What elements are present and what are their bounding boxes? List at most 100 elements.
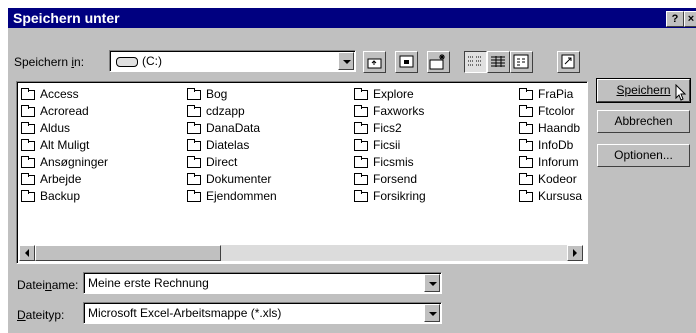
folder-icon bbox=[519, 156, 533, 168]
folder-icon bbox=[21, 190, 35, 202]
folder-icon bbox=[519, 88, 533, 100]
properties-button[interactable] bbox=[510, 51, 533, 73]
folder-icon bbox=[21, 105, 35, 117]
folder-icon bbox=[21, 139, 35, 151]
list-item[interactable]: InfoDb bbox=[519, 137, 585, 154]
folder-icon bbox=[21, 88, 35, 100]
list-item[interactable]: Bog bbox=[187, 86, 277, 103]
file-column-1: Access Acroread Aldus Alt Muligt Ansøgni… bbox=[21, 86, 108, 205]
folder-icon bbox=[519, 122, 533, 134]
desktop-icon bbox=[399, 55, 414, 68]
scroll-left-button[interactable] bbox=[19, 245, 35, 261]
folder-icon bbox=[354, 156, 368, 168]
folder-icon bbox=[187, 156, 201, 168]
list-item[interactable]: Backup bbox=[21, 188, 108, 205]
list-item[interactable]: Arbejde bbox=[21, 171, 108, 188]
options-button[interactable]: Optionen... bbox=[597, 144, 690, 167]
up-one-level-icon bbox=[367, 58, 382, 69]
folder-icon bbox=[519, 105, 533, 117]
folder-icon bbox=[187, 173, 201, 185]
filetype-dropdown-button[interactable] bbox=[424, 304, 440, 322]
list-item[interactable]: Ansøgninger bbox=[21, 154, 108, 171]
new-folder-icon bbox=[429, 54, 445, 70]
save-in-dropdown-button[interactable] bbox=[338, 52, 354, 70]
folder-icon bbox=[519, 190, 533, 202]
new-folder-button[interactable] bbox=[427, 51, 450, 73]
folder-icon bbox=[21, 122, 35, 134]
folder-icon bbox=[354, 190, 368, 202]
folder-icon bbox=[21, 156, 35, 168]
list-item[interactable]: Faxworks bbox=[354, 103, 426, 120]
list-item[interactable]: Ficsmis bbox=[354, 154, 426, 171]
folder-icon bbox=[21, 173, 35, 185]
arrow-left-icon bbox=[25, 249, 29, 257]
list-item[interactable]: Explore bbox=[354, 86, 426, 103]
folder-icon bbox=[519, 173, 533, 185]
folder-icon bbox=[187, 190, 201, 202]
list-item[interactable]: Aldus bbox=[21, 120, 108, 137]
folder-icon bbox=[354, 105, 368, 117]
file-column-2: Bog cdzapp DanaData Diatelas Direct Doku… bbox=[187, 86, 277, 205]
filetype-value: Microsoft Excel-Arbeitsmappe (*.xls) bbox=[88, 306, 282, 320]
save-in-label: Speichern in: bbox=[14, 55, 85, 69]
commands-icon bbox=[561, 54, 575, 69]
horizontal-scrollbar[interactable] bbox=[19, 245, 583, 261]
list-item[interactable]: Forsikring bbox=[354, 188, 426, 205]
list-view-button[interactable] bbox=[464, 51, 487, 73]
list-item[interactable]: Alt Muligt bbox=[21, 137, 108, 154]
folder-icon bbox=[187, 139, 201, 151]
scroll-right-button[interactable] bbox=[567, 245, 583, 261]
list-item[interactable]: Haandb bbox=[519, 120, 585, 137]
list-item[interactable]: Fics2 bbox=[354, 120, 426, 137]
folder-icon bbox=[354, 139, 368, 151]
commands-button[interactable] bbox=[557, 51, 580, 73]
filename-value: Meine erste Rechnung bbox=[88, 276, 209, 290]
title-bar: Speichern unter ? × bbox=[8, 8, 696, 28]
save-button[interactable]: Speichern bbox=[596, 78, 691, 103]
list-item[interactable]: Direct bbox=[187, 154, 277, 171]
list-item[interactable]: DanaData bbox=[187, 120, 277, 137]
list-item[interactable]: Forsend bbox=[354, 171, 426, 188]
filename-field[interactable]: Meine erste Rechnung bbox=[83, 272, 442, 294]
scrollbar-thumb[interactable] bbox=[35, 245, 221, 261]
list-item[interactable]: Dokumenter bbox=[187, 171, 277, 188]
dialog-title: Speichern unter bbox=[13, 10, 120, 26]
details-view-icon bbox=[491, 56, 505, 67]
properties-icon bbox=[513, 54, 529, 69]
up-one-level-button[interactable] bbox=[363, 51, 386, 73]
save-in-value: (C:) bbox=[142, 54, 162, 68]
folder-icon bbox=[187, 105, 201, 117]
list-item[interactable]: Acroread bbox=[21, 103, 108, 120]
filetype-select[interactable]: Microsoft Excel-Arbeitsmappe (*.xls) bbox=[83, 302, 442, 324]
list-item[interactable]: Ejendommen bbox=[187, 188, 277, 205]
folder-icon bbox=[354, 173, 368, 185]
list-item[interactable]: Ftcolor bbox=[519, 103, 585, 120]
list-item[interactable]: Diatelas bbox=[187, 137, 277, 154]
list-item[interactable]: Kursusa bbox=[519, 188, 585, 205]
filename-dropdown-button[interactable] bbox=[424, 274, 440, 292]
details-view-button[interactable] bbox=[487, 51, 510, 73]
file-list[interactable]: Access Acroread Aldus Alt Muligt Ansøgni… bbox=[16, 81, 588, 264]
list-view-icon bbox=[468, 56, 482, 66]
list-item[interactable]: Ficsii bbox=[354, 137, 426, 154]
close-button[interactable]: × bbox=[684, 11, 696, 27]
mouse-cursor-icon bbox=[675, 84, 687, 101]
filename-label: Dateiname: bbox=[17, 278, 79, 292]
folder-icon bbox=[354, 88, 368, 100]
list-item[interactable]: Kodeor bbox=[519, 171, 585, 188]
cancel-button[interactable]: Abbrechen bbox=[597, 110, 690, 133]
folder-icon bbox=[187, 122, 201, 134]
save-in-combo[interactable]: (C:) bbox=[109, 50, 356, 72]
list-item[interactable]: Access bbox=[21, 86, 108, 103]
file-column-4: FraPia Ftcolor Haandb InfoDb Inforum Kod… bbox=[519, 86, 585, 205]
list-item[interactable]: Inforum bbox=[519, 154, 585, 171]
folder-icon bbox=[354, 122, 368, 134]
list-item[interactable]: FraPia bbox=[519, 86, 585, 103]
filetype-label: Dateityp: bbox=[17, 308, 65, 322]
file-column-3: Explore Faxworks Fics2 Ficsii Ficsmis Fo… bbox=[354, 86, 426, 205]
folder-icon bbox=[519, 139, 533, 151]
help-button[interactable]: ? bbox=[666, 11, 684, 27]
drive-icon bbox=[116, 57, 138, 67]
list-item[interactable]: cdzapp bbox=[187, 103, 277, 120]
desktop-button[interactable] bbox=[395, 51, 418, 73]
